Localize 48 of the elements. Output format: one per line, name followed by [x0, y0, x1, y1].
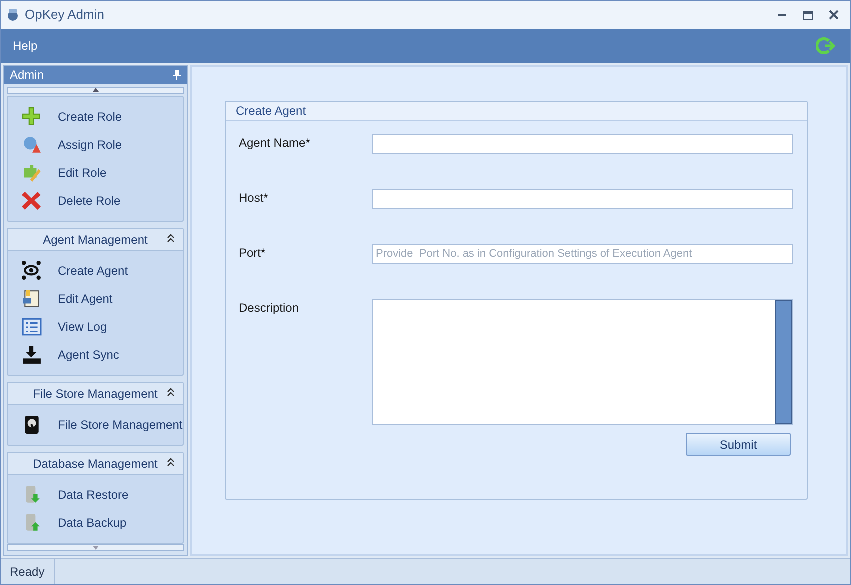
- group-header[interactable]: Database Management: [8, 453, 183, 476]
- status-text: Ready: [1, 559, 55, 584]
- sidebar-item[interactable]: Agent Sync: [8, 341, 183, 370]
- user-warning-icon: [22, 135, 42, 156]
- group-header[interactable]: File Store Management: [8, 383, 183, 406]
- app-icon: [5, 7, 21, 23]
- submit-button[interactable]: Submit: [686, 433, 791, 456]
- group-header[interactable]: Agent Management: [8, 229, 183, 252]
- up-arrow-icon: [92, 88, 98, 92]
- down-arrow-icon: [92, 546, 98, 550]
- minimize-icon: [778, 14, 786, 16]
- sidebar-item[interactable]: Edit Role: [8, 159, 183, 188]
- close-icon: [829, 10, 839, 20]
- input-field[interactable]: [372, 189, 793, 209]
- pin-icon: [173, 70, 181, 80]
- sidebar-item[interactable]: File Store Management: [8, 411, 183, 440]
- sidebar-item[interactable]: Edit Agent: [8, 285, 183, 314]
- maximize-icon: [803, 10, 813, 20]
- eye-network-icon: [22, 261, 42, 282]
- group-title: Create Agent: [236, 103, 306, 120]
- scroll-down-button[interactable]: [7, 544, 184, 551]
- delete-icon: [22, 191, 42, 212]
- list-icon: [22, 317, 42, 338]
- field-label: Host*: [239, 190, 270, 207]
- sidebar-item[interactable]: Create Agent: [8, 257, 183, 286]
- window-title: OpKey Admin: [25, 6, 104, 24]
- document-edit-icon: [22, 289, 42, 310]
- sidebar-item[interactable]: Create Role: [8, 103, 183, 132]
- sidebar-item[interactable]: Assign Role: [8, 131, 183, 160]
- input-field[interactable]: Provide Port No. as in Configuration Settings of Execution Agent: [372, 244, 793, 264]
- field-label: Description: [239, 300, 300, 317]
- description-field[interactable]: [372, 299, 793, 425]
- sidebar-item[interactable]: Delete Role: [8, 187, 183, 216]
- sidebar-item[interactable]: Data Restore: [8, 481, 183, 510]
- field-label: Port*: [239, 245, 267, 262]
- sidebar-item[interactable]: View Log: [8, 313, 183, 342]
- plus-icon: [22, 107, 42, 128]
- logout-button[interactable]: [816, 37, 836, 55]
- panel-title: Admin: [10, 67, 44, 84]
- download-icon: [22, 345, 42, 366]
- scrollbar[interactable]: [775, 300, 792, 424]
- sidebar-item[interactable]: Data Backup: [8, 509, 183, 538]
- field-label: Agent Name*: [239, 135, 312, 152]
- menu-item[interactable]: Help: [13, 37, 38, 55]
- input-field[interactable]: [372, 134, 793, 154]
- power-arrow-icon: [816, 37, 836, 55]
- puzzle-pencil-icon: [22, 163, 42, 184]
- scroll-up-button[interactable]: [7, 87, 184, 94]
